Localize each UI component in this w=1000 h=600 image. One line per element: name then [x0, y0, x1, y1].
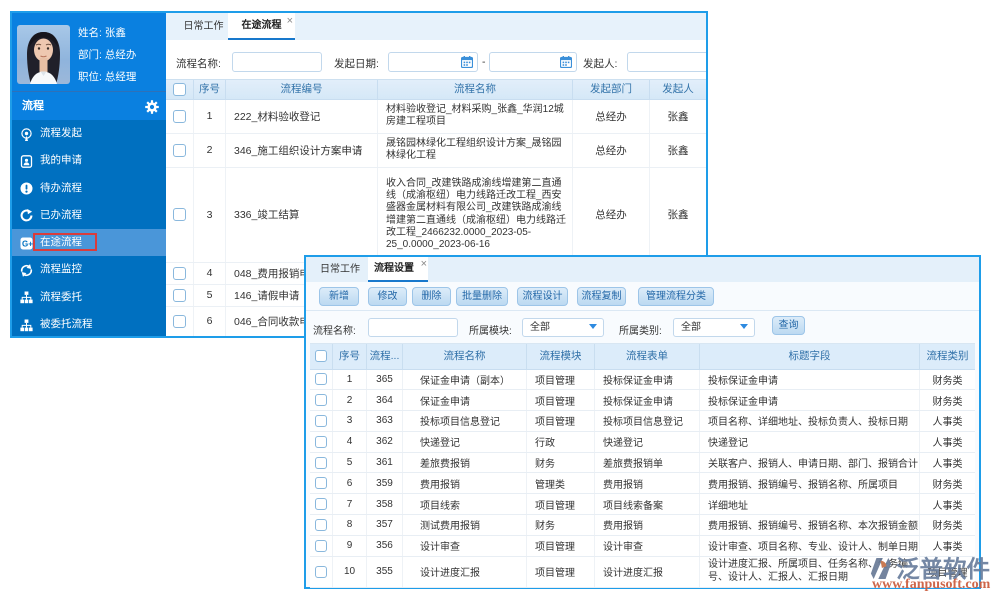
- svg-text:G+: G+: [22, 239, 33, 248]
